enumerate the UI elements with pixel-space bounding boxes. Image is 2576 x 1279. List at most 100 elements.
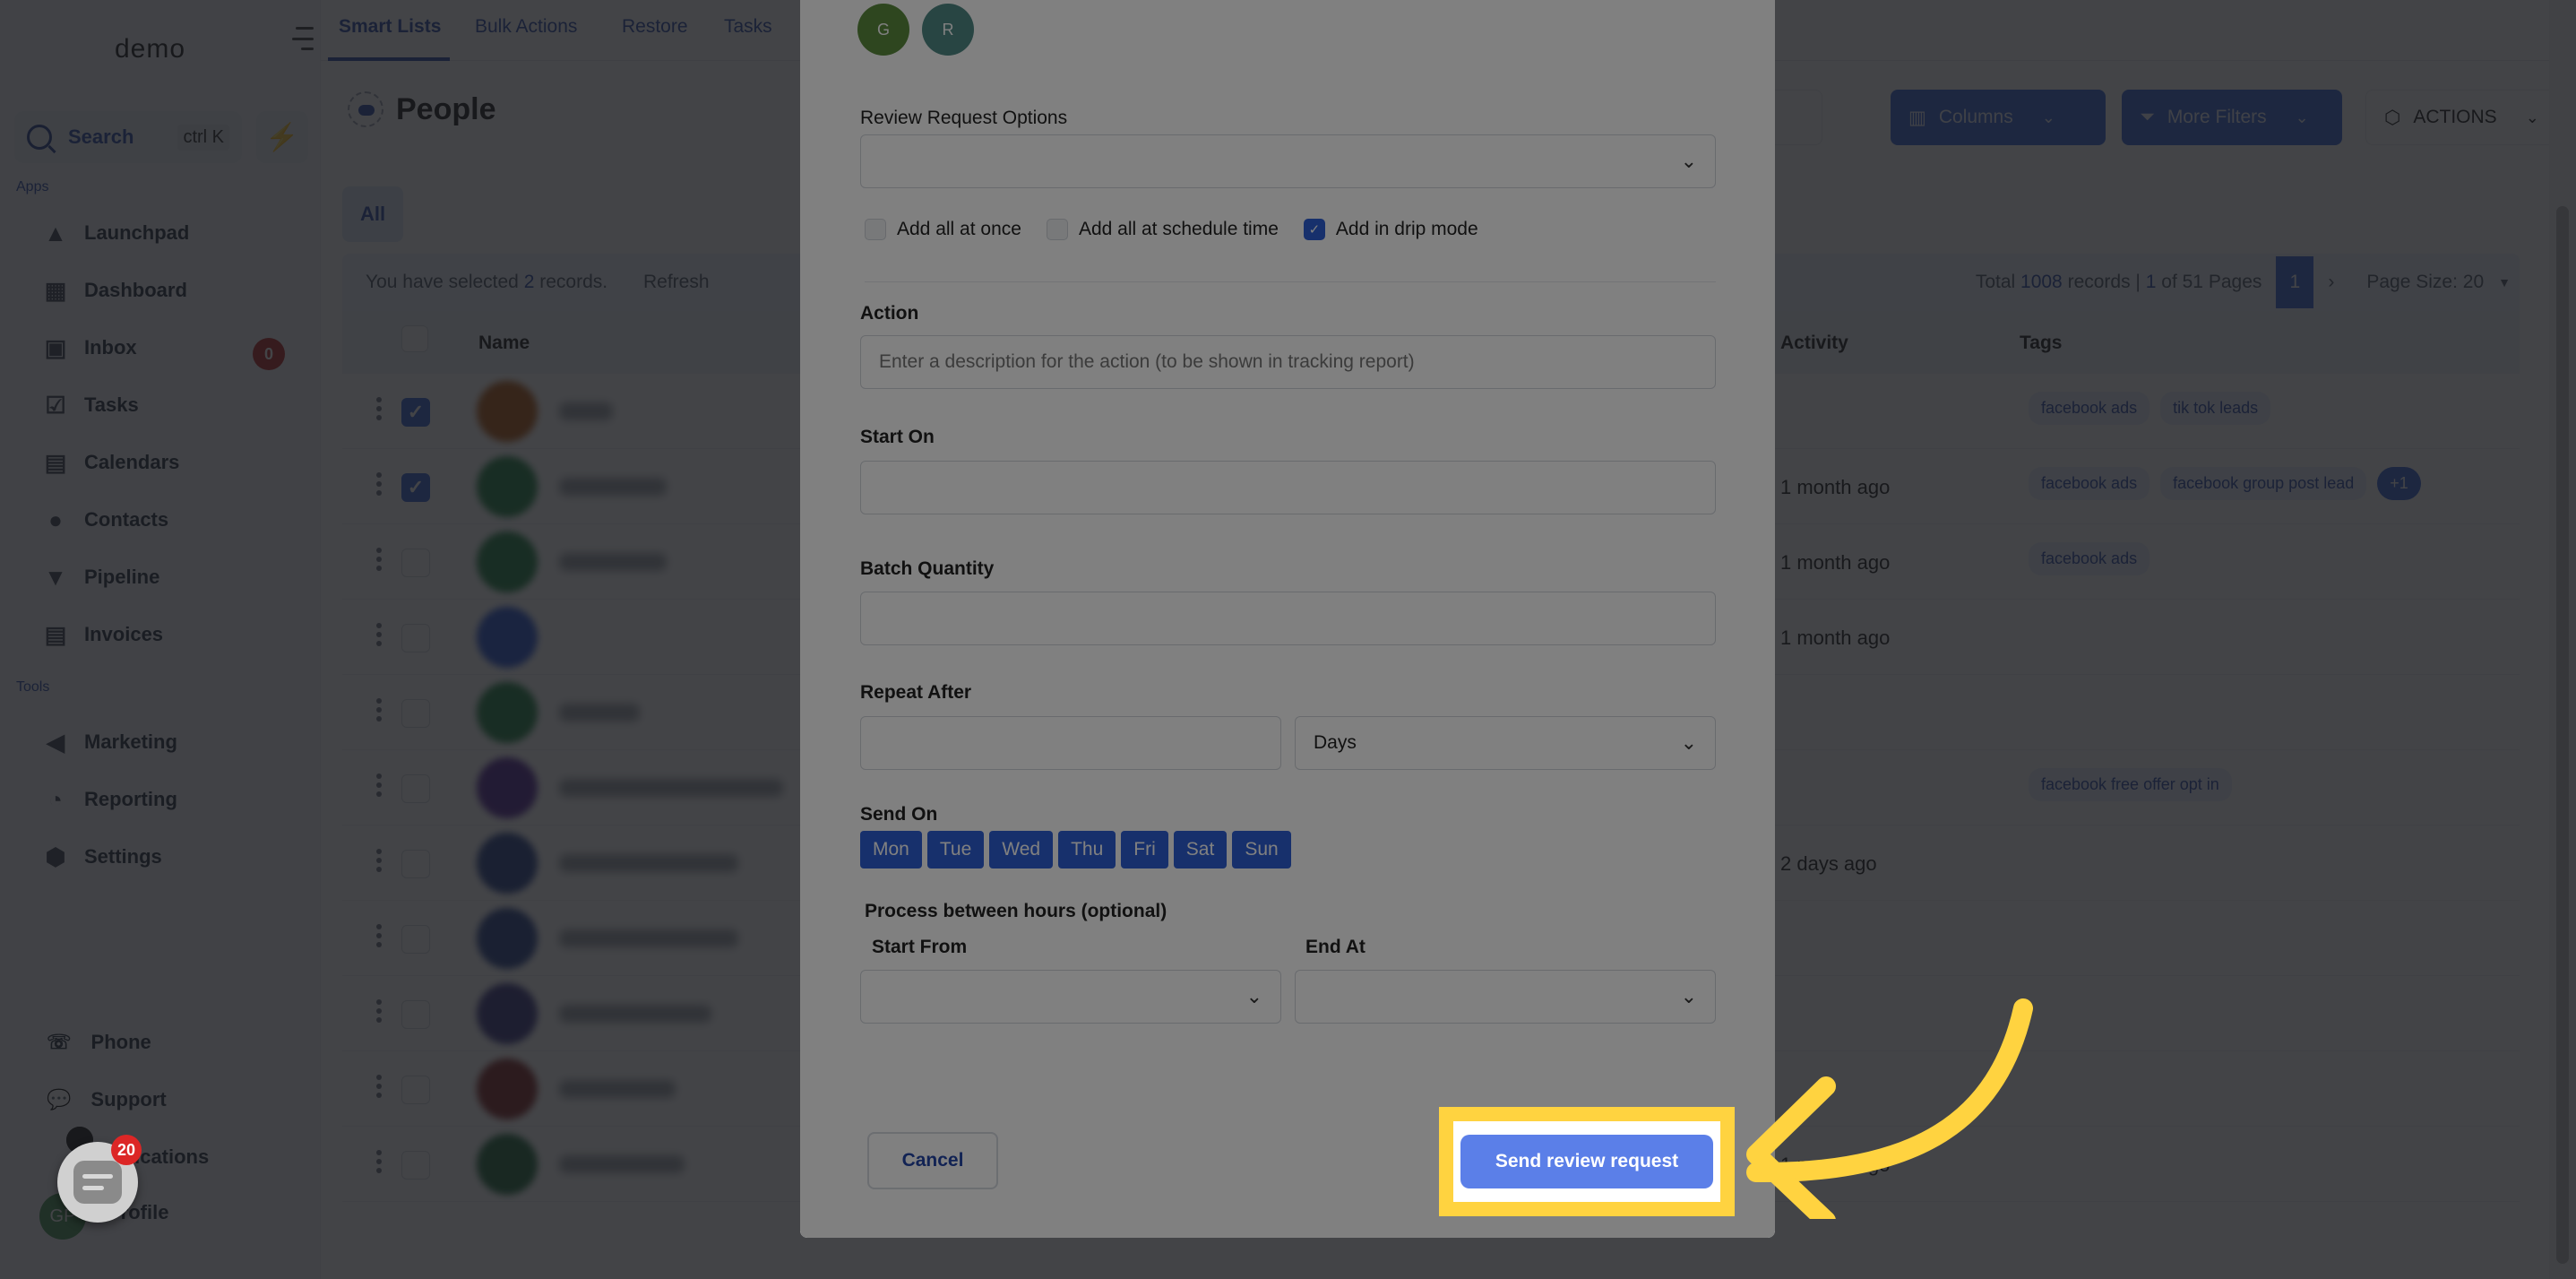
repeat-after-input[interactable] (860, 716, 1281, 770)
sidebar-item-pipeline[interactable]: ▼ Pipeline (41, 563, 159, 592)
column-header-name[interactable]: Name (478, 333, 530, 354)
contact-name-redacted[interactable] (559, 1155, 685, 1173)
columns-button[interactable]: ▥ Columns ⌄ (1891, 90, 2106, 145)
row-menu-icon[interactable] (376, 1075, 382, 1098)
row-menu-icon[interactable] (376, 397, 382, 420)
more-filters-button[interactable]: ⏷ More Filters ⌄ (2122, 90, 2342, 145)
row-menu-icon[interactable] (376, 698, 382, 722)
checkbox-checked[interactable]: ✓ (1303, 219, 1325, 240)
contact-name-redacted[interactable] (559, 553, 667, 571)
row-menu-icon[interactable] (376, 999, 382, 1023)
tag-list: facebook ads facebook group post lead +1 (2029, 467, 2421, 500)
row-checkbox[interactable] (401, 549, 430, 577)
row-checkbox[interactable] (401, 925, 430, 954)
day-toggle-sun[interactable]: Sun (1232, 831, 1291, 869)
row-checkbox[interactable] (401, 1076, 430, 1104)
checkbox-unchecked[interactable] (1046, 219, 1068, 240)
sidebar-item-reporting[interactable]: ◔ Reporting (41, 785, 177, 814)
quick-actions-button[interactable]: ⚡ (256, 111, 308, 163)
row-checkbox[interactable] (401, 699, 430, 728)
sidebar-item-inbox[interactable]: ▣ Inbox (41, 333, 137, 362)
tab-restore[interactable]: Restore (622, 16, 688, 38)
tab-tasks[interactable]: Tasks (724, 16, 772, 38)
mode-option[interactable]: ✓ Add in drip mode (1303, 219, 1478, 240)
action-description-input[interactable] (860, 335, 1716, 389)
page-size-select[interactable]: Page Size: 20 (2366, 272, 2484, 293)
row-checkbox[interactable]: ✓ (401, 473, 430, 502)
row-menu-icon[interactable] (376, 623, 382, 646)
page-scrollbar[interactable] (2549, 0, 2576, 1279)
start-from-select[interactable]: ⌄ (860, 970, 1281, 1024)
sidebar-item-label: Marketing (84, 730, 177, 753)
page-button-current[interactable]: 1 (2276, 256, 2314, 308)
row-menu-icon[interactable] (376, 548, 382, 571)
day-toggle-sat[interactable]: Sat (1173, 831, 1228, 869)
row-menu-icon[interactable] (376, 849, 382, 872)
sidebar-item-settings[interactable]: ⬢ Settings (41, 843, 162, 871)
contact-name-redacted[interactable] (559, 929, 738, 947)
scrollbar-thumb[interactable] (2556, 206, 2569, 1264)
tag[interactable]: facebook free offer opt in (2029, 768, 2232, 801)
row-checkbox[interactable] (401, 1151, 430, 1180)
row-checkbox[interactable] (401, 850, 430, 878)
mode-option[interactable]: Add all at once (865, 219, 1021, 240)
row-menu-icon[interactable] (376, 1150, 382, 1173)
sidebar-item-invoices[interactable]: ▤ Invoices (41, 620, 163, 649)
refresh-link[interactable]: Refresh (643, 272, 710, 293)
tag[interactable]: facebook group post lead (2160, 467, 2367, 500)
column-header-tags[interactable]: Tags (2020, 333, 2062, 354)
mode-option[interactable]: Add all at schedule time (1046, 219, 1279, 240)
sidebar-item-tasks[interactable]: ☑ Tasks (41, 391, 138, 419)
tag[interactable]: tik tok leads (2160, 392, 2271, 425)
tag[interactable]: facebook ads (2029, 392, 2150, 425)
tag[interactable]: facebook ads (2029, 467, 2150, 500)
actions-button[interactable]: ⬡ ACTIONS ⌄ (2365, 90, 2576, 145)
tab-bulk-actions[interactable]: Bulk Actions (475, 16, 577, 38)
row-menu-icon[interactable] (376, 924, 382, 947)
contact-name-redacted[interactable] (559, 1080, 676, 1098)
contact-name-redacted[interactable] (559, 704, 640, 722)
day-toggle-tue[interactable]: Tue (926, 831, 985, 869)
contact-name-redacted[interactable] (559, 478, 667, 496)
contact-name-redacted[interactable] (559, 854, 738, 872)
sidebar-item-contacts[interactable]: ● Contacts (41, 506, 168, 534)
day-toggle-wed[interactable]: Wed (989, 831, 1054, 869)
search-button[interactable]: Search ctrl K (14, 111, 242, 163)
smart-list-tab-all[interactable]: All (342, 186, 403, 242)
tab-smart-lists[interactable]: Smart Lists (339, 16, 441, 38)
tag[interactable]: facebook ads (2029, 542, 2150, 575)
day-toggle-fri[interactable]: Fri (1121, 831, 1168, 869)
row-menu-icon[interactable] (376, 773, 382, 797)
sidebar-item-calendars[interactable]: ▤ Calendars (41, 448, 180, 477)
day-toggle-thu[interactable]: Thu (1058, 831, 1116, 869)
contact-name-redacted[interactable] (559, 779, 783, 797)
sidebar-item-launchpad[interactable]: ▲ Launchpad (41, 219, 189, 247)
review-options-select[interactable]: ⌄ (860, 134, 1716, 188)
row-checkbox[interactable]: ✓ (401, 398, 430, 427)
mode-options: Add all at once Add all at schedule time ✓… (865, 219, 1491, 240)
checkbox-unchecked[interactable] (865, 219, 886, 240)
sidebar-item-dashboard[interactable]: ▦ Dashboard (41, 276, 187, 305)
contact-name-redacted[interactable] (559, 1005, 711, 1023)
cancel-button[interactable]: Cancel (867, 1132, 998, 1189)
start-on-input[interactable] (860, 461, 1716, 514)
end-at-select[interactable]: ⌄ (1295, 970, 1716, 1024)
sidebar-item-phone[interactable]: ☏ Phone (47, 1031, 151, 1054)
repeat-unit-select[interactable]: Days ⌄ (1295, 716, 1716, 770)
row-checkbox[interactable] (401, 774, 430, 803)
chat-widget-button[interactable]: 20 (57, 1135, 142, 1223)
batch-quantity-input[interactable] (860, 592, 1716, 645)
send-review-request-button[interactable]: Send review request (1460, 1135, 1713, 1188)
menu-toggle-icon[interactable] (292, 27, 314, 50)
row-checkbox[interactable] (401, 624, 430, 652)
sidebar-item-marketing[interactable]: ◀ Marketing (41, 728, 177, 756)
contact-name-redacted[interactable] (559, 402, 613, 420)
row-menu-icon[interactable] (376, 472, 382, 496)
next-page-icon[interactable]: › (2328, 272, 2334, 293)
column-header-activity[interactable]: Activity (1780, 333, 1848, 354)
select-all-checkbox[interactable] (401, 325, 428, 352)
sidebar-item-support[interactable]: 💬 Support (47, 1088, 167, 1111)
more-tags-button[interactable]: +1 (2377, 467, 2421, 500)
day-toggle-mon[interactable]: Mon (860, 831, 922, 869)
row-checkbox[interactable] (401, 1000, 430, 1029)
